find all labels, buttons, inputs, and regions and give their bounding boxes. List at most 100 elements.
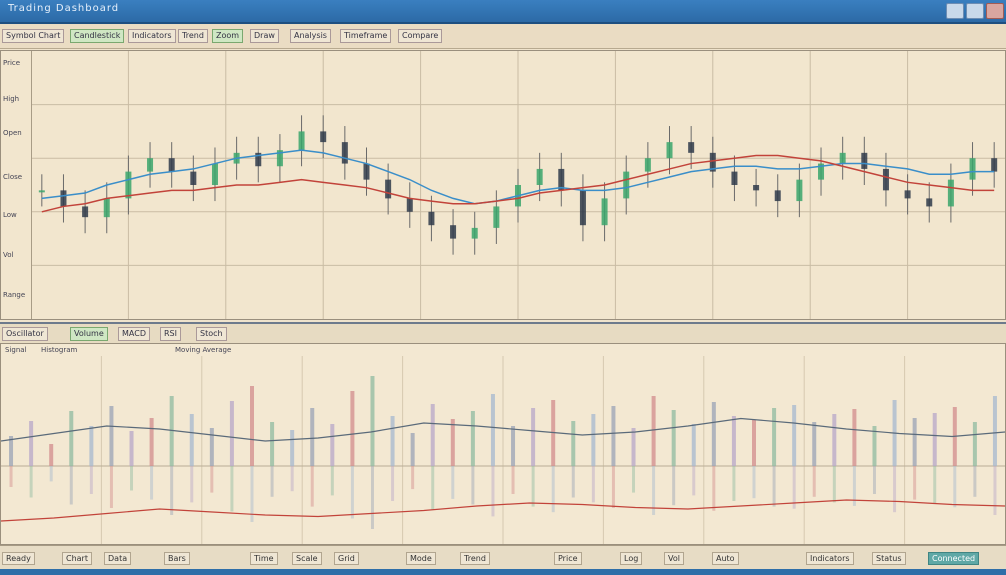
candle-body xyxy=(947,179,954,207)
volume-bar-reflection xyxy=(511,466,515,494)
status-item[interactable]: Ready xyxy=(2,552,35,565)
status-item[interactable]: Mode xyxy=(406,552,436,565)
volume-bar-reflection xyxy=(109,466,113,508)
window-bottom-border xyxy=(0,569,1006,575)
sidebar-label-open: Open xyxy=(3,129,22,137)
price-chart-panel: Price High Open Close Low Vol Range xyxy=(0,50,1006,320)
close-button[interactable] xyxy=(986,3,1004,19)
volume-bar-reflection xyxy=(491,466,495,517)
volume-bar xyxy=(109,406,114,466)
status-item[interactable]: Indicators xyxy=(806,552,854,565)
volume-bar xyxy=(812,422,817,466)
candle-body xyxy=(644,158,651,172)
volume-bar xyxy=(752,420,756,466)
volume-bar-reflection xyxy=(872,466,876,494)
indicator-chart[interactable] xyxy=(1,356,1005,544)
indicator-button-stoch[interactable]: Stoch xyxy=(196,327,227,341)
candle-body xyxy=(969,158,976,180)
volume-bar xyxy=(229,401,234,466)
volume-bar xyxy=(832,414,837,466)
volume-bar xyxy=(470,411,475,466)
candle-body xyxy=(147,158,154,172)
indicator-button-macd[interactable]: MACD xyxy=(118,327,150,341)
volume-bar xyxy=(772,408,777,466)
status-item[interactable]: Log xyxy=(620,552,643,565)
candle-body xyxy=(211,163,218,185)
status-item[interactable]: Chart xyxy=(62,552,92,565)
volume-bar xyxy=(89,426,94,466)
indicator-button-volume[interactable]: Volume xyxy=(70,327,108,341)
status-item[interactable]: Bars xyxy=(164,552,190,565)
volume-bar-reflection xyxy=(29,466,33,498)
volume-bar-reflection xyxy=(89,466,93,494)
volume-bar-reflection xyxy=(451,466,455,499)
volume-bar xyxy=(430,404,435,466)
maximize-button[interactable] xyxy=(966,3,984,19)
candle-body xyxy=(882,168,889,191)
volume-bar-reflection xyxy=(692,466,696,496)
status-bar: Ready Chart Data Bars Time Scale Grid Mo… xyxy=(0,545,1006,570)
volume-bar-reflection xyxy=(330,466,334,496)
volume-bar xyxy=(490,394,495,466)
volume-bar xyxy=(912,418,917,466)
toolbar-button-zoom[interactable]: Zoom xyxy=(212,29,244,43)
status-item[interactable]: Auto xyxy=(712,552,739,565)
volume-bar-reflection xyxy=(812,466,816,497)
toolbar-button-timeframe[interactable]: Timeframe xyxy=(340,29,392,43)
volume-bar xyxy=(531,408,536,466)
status-item[interactable]: Trend xyxy=(460,552,490,565)
volume-bar-reflection xyxy=(130,466,134,491)
volume-bar-reflection xyxy=(391,466,395,501)
status-item[interactable]: Price xyxy=(554,552,582,565)
toolbar-button-compare[interactable]: Compare xyxy=(398,29,443,43)
status-item[interactable]: Time xyxy=(250,552,278,565)
toolbar-button-symbol[interactable]: Symbol Chart xyxy=(2,29,65,43)
candle-body xyxy=(385,179,392,199)
volume-bar-reflection xyxy=(571,466,575,498)
volume-bar-reflection xyxy=(993,466,997,515)
volume-bar-reflection xyxy=(370,466,374,529)
volume-bar-reflection xyxy=(732,466,736,501)
candle-body xyxy=(450,225,457,239)
volume-bar xyxy=(450,419,455,466)
candle-body xyxy=(82,206,89,218)
status-connection-badge[interactable]: Connected xyxy=(928,552,980,565)
volume-bar-reflection xyxy=(632,466,636,493)
status-item[interactable]: Scale xyxy=(292,552,322,565)
volume-bar xyxy=(390,416,395,466)
toolbar-button-draw[interactable]: Draw xyxy=(250,29,279,43)
indicator-label-ma: Moving Average xyxy=(175,346,232,354)
volume-bar xyxy=(370,376,375,466)
toolbar-button-trend[interactable]: Trend xyxy=(178,29,208,43)
price-chart[interactable] xyxy=(31,51,1005,319)
status-item[interactable]: Vol xyxy=(664,552,684,565)
status-item[interactable]: Grid xyxy=(334,552,359,565)
volume-bar xyxy=(691,424,696,466)
toolbar-button-analysis[interactable]: Analysis xyxy=(290,29,331,43)
volume-bar xyxy=(992,396,997,466)
main-toolbar: Symbol Chart Candlestick Indicators Tren… xyxy=(0,24,1006,49)
volume-bar xyxy=(591,414,596,466)
status-item[interactable]: Data xyxy=(104,552,132,565)
toolbar-button-indicators[interactable]: Indicators xyxy=(128,29,176,43)
volume-bar xyxy=(410,433,415,466)
candle-body xyxy=(298,131,305,151)
minimize-button[interactable] xyxy=(946,3,964,19)
volume-bar-reflection xyxy=(953,466,957,508)
volume-bar-reflection xyxy=(290,466,294,492)
candle-body xyxy=(753,185,760,191)
candle-body xyxy=(774,190,781,202)
sidebar-label-high: High xyxy=(3,95,20,103)
toolbar-button-candlestick[interactable]: Candlestick xyxy=(70,29,125,43)
indicator-button-oscillator[interactable]: Oscillator xyxy=(2,327,48,341)
window-title: Trading Dashboard xyxy=(8,3,120,14)
status-item[interactable]: Status xyxy=(872,552,906,565)
volume-bar xyxy=(731,416,736,466)
volume-bar-reflection xyxy=(471,466,475,505)
candle-body xyxy=(406,198,413,212)
volume-bar-reflection xyxy=(190,466,194,503)
candle-body xyxy=(666,142,673,159)
volume-bar-reflection xyxy=(551,466,555,513)
indicator-button-rsi[interactable]: RSI xyxy=(160,327,181,341)
candle-body xyxy=(904,190,911,199)
